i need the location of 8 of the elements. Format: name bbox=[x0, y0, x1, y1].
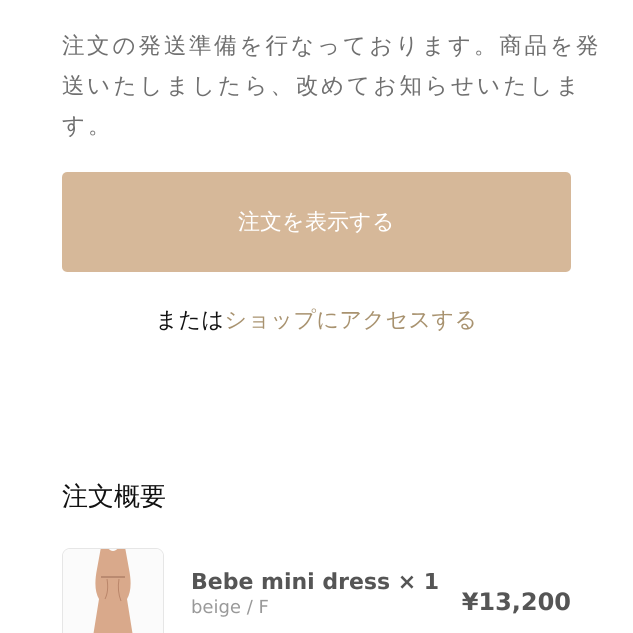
or-text: または bbox=[156, 308, 224, 333]
view-order-button[interactable]: 注文を表示する bbox=[62, 172, 571, 272]
product-name: Bebe mini dress × 1 bbox=[191, 570, 440, 595]
product-variant: beige / F bbox=[191, 597, 270, 618]
summary-title: 注文概要 bbox=[62, 481, 167, 514]
message-text: 注文の発送準備を行なっております。商品を発送いたしましたら、改めてお知らせいたします。 bbox=[62, 32, 602, 141]
product-price: ¥13,200 bbox=[462, 588, 571, 616]
shop-link[interactable]: ショップにアクセスする bbox=[224, 308, 478, 333]
